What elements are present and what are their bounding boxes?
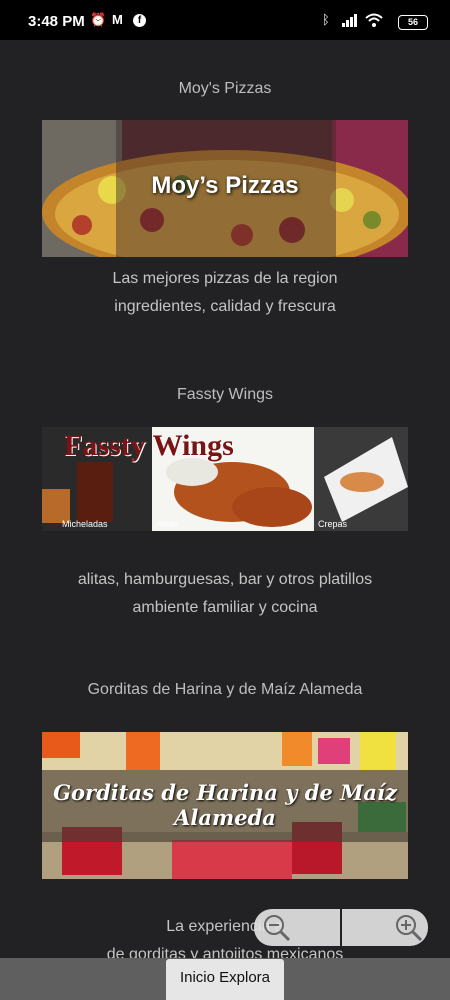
- banner-caption: Alitas: [156, 519, 179, 529]
- description-line: ambiente familiar y cocina: [132, 599, 318, 616]
- zoom-out-icon: [264, 915, 291, 942]
- restaurant-title: Gorditas de Harina y de Maíz Alameda: [87, 681, 363, 698]
- zoom-in-icon: [396, 915, 423, 942]
- description-line: ingredientes, calidad y frescura: [114, 298, 336, 315]
- description-line: alitas, hamburguesas, bar y otros platil…: [77, 571, 373, 588]
- signal-icon: [342, 14, 357, 27]
- restaurant-banner-moys-pizzas[interactable]: Moy’s Pizzas: [42, 120, 408, 257]
- status-bar: 3:48 PM ⏰ M f ᛒ 56: [0, 0, 450, 40]
- banner-caption: Crepas: [318, 519, 348, 529]
- banner-title: Fassty Wings: [64, 429, 234, 462]
- restaurant-title: Moy's Pizzas: [178, 80, 272, 97]
- restaurant-banner-fassty-wings[interactable]: Fassty Wings Micheladas Alitas Crepas: [42, 427, 408, 531]
- gmail-icon: M: [112, 12, 123, 27]
- bluetooth-icon: ᛒ: [322, 12, 330, 27]
- restaurant-banner-gorditas[interactable]: Gorditas de Harina y de Maíz Alameda: [42, 732, 408, 879]
- status-time: 3:48 PM: [28, 13, 85, 30]
- battery-icon: 56: [398, 15, 428, 30]
- alarm-icon: ⏰: [90, 12, 107, 27]
- inicio-explora-button[interactable]: Inicio Explora: [166, 959, 284, 1000]
- wifi-icon: [365, 13, 383, 27]
- banner-title: Gorditas de Harina y de Maíz Alameda: [42, 780, 408, 830]
- description-line: Las mejores pizzas de la region: [112, 270, 338, 287]
- restaurant-description: Las mejores pizzas de la region ingredie…: [0, 265, 450, 321]
- banner-title-line: Alameda: [174, 805, 276, 830]
- banner-title-line: Gorditas de Harina y de Maíz: [53, 780, 397, 805]
- restaurant-description: alitas, hamburguesas, bar y otros platil…: [0, 566, 450, 622]
- banner-caption: Micheladas: [62, 519, 108, 529]
- facebook-icon: f: [133, 14, 146, 27]
- content-scroll[interactable]: Moy's Pizzas Moy’s Pizzas Las mejores pi…: [0, 40, 450, 960]
- zoom-control: [254, 909, 428, 946]
- restaurant-title: Fassty Wings: [176, 386, 273, 403]
- zoom-in-button[interactable]: [342, 909, 428, 946]
- zoom-out-button[interactable]: [254, 909, 340, 946]
- banner-title: Moy’s Pizzas: [151, 172, 299, 199]
